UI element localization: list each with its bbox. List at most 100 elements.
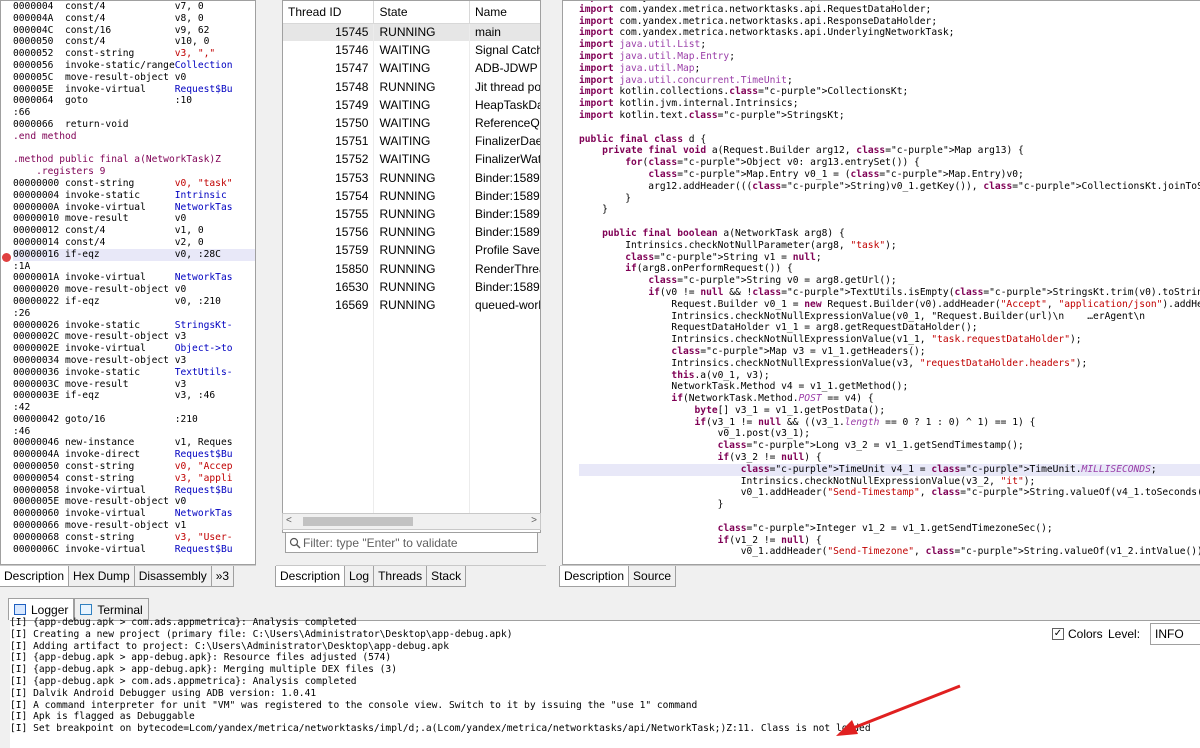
smali-line[interactable]: 000004A const/4 v8, 0 <box>13 13 255 25</box>
smali-line[interactable]: 00000042 goto/16 :210 <box>13 414 255 426</box>
source-line[interactable]: class="c-purple">Long v3_2 = v1_1.getSen… <box>579 440 1200 452</box>
smali-line[interactable]: 00000068 const-string v3, "User- <box>13 532 255 544</box>
tab-source[interactable]: Source <box>628 566 677 587</box>
thread-row[interactable]: 15750WAITINGReferenceQueueDaemo <box>283 113 540 133</box>
source-line[interactable]: import java.util.Map; <box>579 63 1200 75</box>
source-line[interactable]: Intrinsics.checkNotNullParameter(arg8, "… <box>579 240 1200 252</box>
smali-line[interactable]: 00000066 move-result-object v1 <box>13 520 255 532</box>
source-line[interactable]: class="c-purple">String v0 = arg8.getUrl… <box>579 275 1200 287</box>
smali-line[interactable]: 000005E invoke-virtual Request$Bu <box>13 84 255 96</box>
source-line[interactable]: v0_1.addHeader("Send-Timestamp", class="… <box>579 487 1200 499</box>
source-line[interactable]: import java.util.concurrent.TimeUnit; <box>579 75 1200 87</box>
scroll-left-icon[interactable]: < <box>286 515 292 526</box>
smali-line[interactable]: :66 <box>13 107 255 119</box>
tab-description[interactable]: Description <box>275 566 346 587</box>
source-line[interactable]: for(class="c-purple">Object v0: arg13.en… <box>579 157 1200 169</box>
smali-line[interactable]: :42 <box>13 402 255 414</box>
smali-line[interactable]: 0000003C move-result v3 <box>13 379 255 391</box>
smali-line[interactable]: 0000002C move-result-object v3 <box>13 331 255 343</box>
thread-row[interactable]: 15752WAITINGFinalizerWatchdogDaem <box>283 150 540 169</box>
smali-line[interactable]: :1A <box>13 261 255 273</box>
breakpoint-gutter[interactable] <box>1 1 11 564</box>
source-line[interactable]: if(v1_2 != null) { <box>579 535 1200 547</box>
column-name[interactable]: Name <box>469 1 540 24</box>
source-line[interactable]: class="c-purple">TimeUnit v4_1 = class="… <box>579 463 1200 476</box>
column-thread-id[interactable]: Thread ID <box>283 1 375 24</box>
source-line[interactable]: import com.yandex.metrica.networktasks.a… <box>579 4 1200 16</box>
thread-row[interactable]: 15756RUNNINGBinder:15893_4 <box>283 223 540 242</box>
smali-line[interactable]: 00000012 const/4 v1, 0 <box>13 225 255 237</box>
thread-row[interactable]: 15755RUNNINGBinder:15893_3 <box>283 204 540 224</box>
source-line[interactable]: private final void a(Request.Builder arg… <box>579 145 1200 157</box>
thread-row[interactable]: 16569RUNNINGqueued-work-looper <box>283 295 540 314</box>
smali-line[interactable]: 00000058 invoke-virtual Request$Bu <box>13 485 255 497</box>
source-line[interactable]: import kotlin.text.class="c-purple">Stri… <box>579 110 1200 122</box>
threads-horizontal-scrollbar[interactable]: < > <box>282 513 541 530</box>
smali-line[interactable]: 0000052 const-string v3, "," <box>13 48 255 60</box>
source-line[interactable] <box>579 511 1200 523</box>
thread-row[interactable]: 15749WAITINGHeapTaskDaemon <box>283 95 540 114</box>
smali-line[interactable]: 0000005E move-result-object v0 <box>13 496 255 508</box>
smali-line[interactable]: .end method <box>13 131 255 143</box>
thread-row[interactable]: 15748RUNNINGJit thread pool worker t <box>283 77 540 96</box>
smali-line[interactable]: 0000004 const/4 v7, 0 <box>13 1 255 13</box>
smali-line[interactable]: 00000054 const-string v3, "appli <box>13 473 255 485</box>
tab-overflow[interactable]: »3 <box>210 566 235 587</box>
smali-line[interactable]: 000005C move-result-object v0 <box>13 72 255 84</box>
source-line[interactable] <box>579 216 1200 228</box>
source-line[interactable]: } <box>579 204 1200 216</box>
source-line[interactable] <box>579 122 1200 134</box>
source-line[interactable]: RequestDataHolder v1_1 = arg8.getRequest… <box>579 322 1200 334</box>
source-line[interactable]: Intrinsics.checkNotNullExpressionValue(v… <box>579 311 1200 323</box>
thread-row[interactable]: 15850RUNNINGRenderThread <box>283 259 540 278</box>
source-line[interactable]: Intrinsics.checkNotNullExpressionValue(v… <box>579 334 1200 346</box>
smali-line[interactable]: 0000001A invoke-virtual NetworkTas <box>13 272 255 284</box>
source-line[interactable]: import kotlin.collections.class="c-purpl… <box>579 86 1200 98</box>
source-line[interactable]: public final boolean a(NetworkTask arg8)… <box>579 228 1200 240</box>
colors-toggle[interactable]: ✓ Colors <box>1052 627 1103 641</box>
source-line[interactable]: v0_1.addHeader("Send-Timezone", class="c… <box>579 546 1200 558</box>
source-line[interactable]: byte[] v3_1 = v1_1.getPostData(); <box>579 405 1200 417</box>
smali-line[interactable]: 00000036 invoke-static TextUtils- <box>13 367 255 379</box>
smali-line[interactable]: 00000026 invoke-static StringsKt- <box>13 320 255 332</box>
tab-hex-dump[interactable]: Hex Dump <box>68 566 135 587</box>
smali-line[interactable]: 00000022 if-eqz v0, :210 <box>13 296 255 308</box>
source-line[interactable]: v0_1.post(v3_1); <box>579 428 1200 440</box>
level-select[interactable]: INFO <box>1150 623 1200 645</box>
smali-line[interactable]: .method public final a(NetworkTask)Z <box>13 154 255 166</box>
smali-line[interactable]: 00000046 new-instance v1, Reques <box>13 437 255 449</box>
tab-log[interactable]: Log <box>344 566 375 587</box>
thread-row[interactable]: 15754RUNNINGBinder:15893_2 <box>283 186 540 205</box>
tab-stack[interactable]: Stack <box>426 566 467 587</box>
column-state[interactable]: State <box>373 1 470 24</box>
smali-line[interactable]: 00000050 const-string v0, "Accep <box>13 461 255 473</box>
smali-line[interactable]: 0000064 goto :10 <box>13 95 255 107</box>
tab-description[interactable]: Description <box>0 566 70 587</box>
source-line[interactable]: Intrinsics.checkNotNullExpressionValue(v… <box>579 358 1200 370</box>
source-line[interactable]: } <box>579 193 1200 205</box>
smali-line[interactable]: 0000000A invoke-virtual NetworkTas <box>13 202 255 214</box>
thread-row[interactable]: 15747WAITINGADB-JDWP Connection C <box>283 59 540 78</box>
source-line[interactable]: class="c-purple">String v1 = null; <box>579 252 1200 264</box>
smali-line[interactable]: 00000014 const/4 v2, 0 <box>13 237 255 249</box>
logger-console[interactable]: [I] {app-debug.apk > com.ads.appmetrica}… <box>10 617 1200 748</box>
thread-filter-input[interactable]: Filter: type "Enter" to validate <box>285 532 538 553</box>
smali-line[interactable]: 0000056 invoke-static/rangeCollection <box>13 60 255 72</box>
disassembly-pane[interactable]: 0000004 const/4 v7, 0 000004A const/4 v8,… <box>0 0 256 565</box>
smali-line[interactable]: 00000000 const-string v0, "task" <box>13 178 255 190</box>
smali-line[interactable]: 0000050 const/4 v10, 0 <box>13 36 255 48</box>
source-line[interactable]: class="c-purple">Map.Entry v0_1 = (class… <box>579 169 1200 181</box>
smali-line[interactable]: 00000016 if-eqz v0, :28C <box>13 248 255 261</box>
thread-row[interactable]: 15746WAITINGSignal Catcher <box>283 41 540 60</box>
smali-line[interactable]: :46 <box>13 426 255 438</box>
scroll-right-icon[interactable]: > <box>531 515 537 526</box>
source-line[interactable]: NetworkTask.Method v4 = v1_1.getMethod()… <box>579 381 1200 393</box>
smali-line[interactable]: 0000004A invoke-direct Request$Bu <box>13 449 255 461</box>
source-line[interactable]: import com.yandex.metrica.networktasks.a… <box>579 27 1200 39</box>
source-pane[interactable]: import com.yandex.metrica.networktasks.a… <box>562 0 1200 565</box>
thread-row[interactable]: 15745 RUNNING main <box>283 23 540 42</box>
smali-line[interactable]: 0000002E invoke-virtual Object->to <box>13 343 255 355</box>
source-line[interactable]: if(arg8.onPerformRequest()) { <box>579 263 1200 275</box>
tab-threads[interactable]: Threads <box>373 566 428 587</box>
source-line[interactable]: this.a(v0_1, v3); <box>579 370 1200 382</box>
